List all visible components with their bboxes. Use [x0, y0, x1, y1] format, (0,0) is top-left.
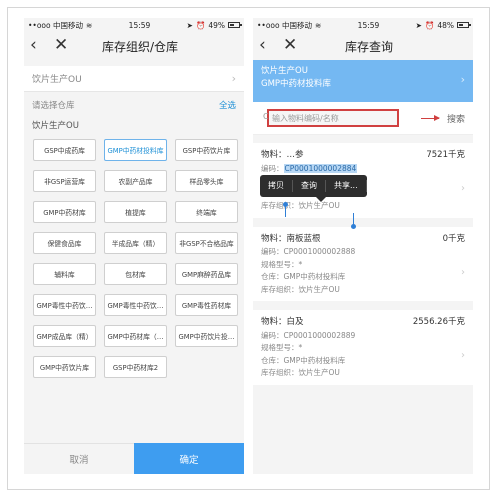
- battery-percent: 48%: [437, 20, 454, 30]
- warehouse-option[interactable]: GMP毒性中药饮…: [33, 294, 96, 316]
- text-selection-menu: 拷贝 查询 共享...: [260, 175, 367, 202]
- inventory-item[interactable]: 物料：南板蓝根 0千克编码：CP0001000002888 规格型号：* 仓库：GMP…: [253, 226, 473, 301]
- carrier-label: ••ooo 中国移动: [28, 20, 83, 30]
- warehouse-option[interactable]: GMP中药材库: [33, 201, 96, 223]
- warehouse-option[interactable]: GMP中药材投料库: [104, 139, 167, 161]
- banner-warehouse: GMP中药材投料库: [261, 79, 332, 89]
- wifi-icon: ≋: [315, 20, 322, 30]
- status-bar: ••ooo 中国移动 ≋ 15:59 ➤ ⏰ 49%: [24, 18, 244, 32]
- banner-org: 饮片生产OU: [261, 66, 308, 76]
- warehouse-option[interactable]: 包材库: [104, 263, 167, 285]
- item-warehouse: 仓库：GMP中药材投料库: [261, 272, 346, 281]
- warehouse-select-screen: ••ooo 中国移动 ≋ 15:59 ➤ ⏰ 49% ‹ ✕ 库存组织/仓库 饮…: [24, 18, 244, 474]
- bottom-action-bar: 取消 确定: [24, 443, 244, 474]
- selection-handle-end[interactable]: [351, 224, 356, 229]
- battery-icon: [227, 22, 242, 28]
- copy-menu-item[interactable]: 拷贝: [260, 180, 293, 192]
- battery-percent: 49%: [208, 20, 225, 30]
- cancel-button[interactable]: 取消: [24, 443, 134, 474]
- ou-selector-label: 饮片生产OU: [32, 75, 82, 85]
- item-org: 库存组织：饮片生产OU: [261, 284, 340, 294]
- item-code: 编码：CP0001000002884: [261, 163, 358, 173]
- inventory-query-screen: ••ooo 中国移动 ≋ 15:59 ➤ ⏰ 48% ‹ ✕ 库存查询 饮片生产…: [253, 18, 473, 474]
- alarm-icon: ⏰: [424, 20, 435, 30]
- warehouse-option[interactable]: GMP中药饮片投…: [175, 325, 238, 347]
- location-icon: ➤: [415, 20, 422, 30]
- item-code: 编码：CP0001000002889: [261, 330, 356, 340]
- location-icon: ➤: [186, 20, 193, 30]
- close-icon[interactable]: ✕: [54, 35, 68, 55]
- item-spec: 规格型号：*: [261, 259, 303, 269]
- search-input[interactable]: 输入物料编码/名称: [267, 109, 399, 127]
- item-spec: 规格型号：*: [261, 343, 303, 352]
- warehouse-option[interactable]: 终端库: [175, 201, 238, 223]
- item-quantity: 7521千克: [426, 150, 465, 160]
- back-icon[interactable]: ‹: [259, 35, 273, 55]
- wifi-icon: ≋: [86, 20, 93, 30]
- warehouse-option[interactable]: GSP中药饮片库: [175, 139, 238, 161]
- chevron-right-icon: ›: [461, 183, 465, 194]
- nav-bar: ‹ ✕ 库存查询: [253, 32, 473, 60]
- item-material: 物料：…参: [261, 150, 304, 160]
- warehouse-option[interactable]: GMP中药材库（…: [104, 325, 167, 347]
- warehouse-option[interactable]: 非GSP运营库: [33, 170, 96, 192]
- warehouse-option[interactable]: 保健食品库: [33, 232, 96, 254]
- item-quantity: 2556.26千克: [412, 317, 465, 327]
- warehouse-option[interactable]: GMP毒性中药饮…: [104, 294, 167, 316]
- item-org: 库存组织：饮片生产OU: [261, 201, 340, 210]
- chevron-right-icon: ›: [461, 266, 465, 278]
- warehouse-header: 请选择仓库 全选: [24, 92, 244, 111]
- carrier-label: ••ooo 中国移动: [257, 20, 312, 30]
- warehouse-option[interactable]: 半成品库（精）: [104, 232, 167, 254]
- close-icon[interactable]: ✕: [283, 35, 297, 55]
- ou-group-label: 饮片生产OU: [32, 121, 79, 131]
- nav-bar: ‹ ✕ 库存组织/仓库: [24, 32, 244, 60]
- warehouse-option[interactable]: 辅料库: [33, 263, 96, 285]
- ou-selector[interactable]: 饮片生产OU ›: [24, 66, 244, 92]
- clock: 15:59: [128, 20, 151, 30]
- select-all-button[interactable]: 全选: [219, 99, 236, 111]
- status-bar: ••ooo 中国移动 ≋ 15:59 ➤ ⏰ 48%: [253, 18, 473, 32]
- inventory-item[interactable]: 物料：白及 2556.26千克编码：CP0001000002889 规格型号：* 仓库…: [253, 310, 473, 385]
- warehouse-option[interactable]: 非GSP不合格品库: [175, 232, 238, 254]
- lookup-menu-item[interactable]: 查询: [293, 180, 326, 192]
- warehouse-option[interactable]: 植提库: [104, 201, 167, 223]
- search-prefix: C: [263, 112, 269, 121]
- alarm-icon: ⏰: [195, 20, 206, 30]
- org-warehouse-banner[interactable]: 饮片生产OU GMP中药材投料库 ›: [253, 60, 473, 102]
- item-material: 物料：白及: [261, 317, 304, 327]
- chevron-right-icon: ›: [231, 72, 236, 85]
- selection-handle-start[interactable]: [283, 202, 288, 207]
- search-row: C 输入物料编码/名称 搜索: [253, 102, 473, 135]
- search-placeholder: 输入物料编码/名称: [272, 113, 339, 123]
- warehouse-option[interactable]: GSP中药材库2: [104, 356, 167, 378]
- warehouse-option[interactable]: GMP麻醉药品库: [175, 263, 238, 285]
- search-button[interactable]: 搜索: [447, 112, 465, 125]
- select-warehouse-label: 请选择仓库: [32, 101, 75, 111]
- warehouse-option[interactable]: 样品零头库: [175, 170, 238, 192]
- battery-icon: [456, 22, 471, 28]
- warehouse-option[interactable]: GMP毒性药材库: [175, 294, 238, 316]
- warehouse-option[interactable]: GMP成品库（精）: [33, 325, 96, 347]
- warehouse-grid: GSP中成药库 GMP中药材投料库 GSP中药饮片库非GSP运营库 农副产品库 样品零头…: [24, 137, 244, 378]
- chevron-right-icon: ›: [460, 73, 465, 86]
- popup-pointer: [316, 197, 326, 202]
- confirm-button[interactable]: 确定: [134, 443, 244, 474]
- back-icon[interactable]: ‹: [30, 35, 44, 55]
- warehouse-option[interactable]: GSP中成药库: [33, 139, 96, 161]
- clock: 15:59: [357, 20, 380, 30]
- annotation-arrow-icon: [421, 115, 440, 121]
- share-menu-item[interactable]: 共享...: [326, 180, 367, 192]
- item-org: 库存组织：饮片生产OU: [261, 368, 340, 377]
- item-warehouse: 仓库：GMP中药材投料库: [261, 355, 346, 365]
- warehouse-option[interactable]: 农副产品库: [104, 170, 167, 192]
- item-quantity: 0千克: [442, 233, 465, 244]
- item-material: 物料：南板蓝根: [261, 233, 321, 244]
- warehouse-option[interactable]: GMP中药饮片库: [33, 356, 96, 378]
- chevron-right-icon: ›: [461, 350, 465, 361]
- item-code: 编码：CP0001000002888: [261, 247, 356, 256]
